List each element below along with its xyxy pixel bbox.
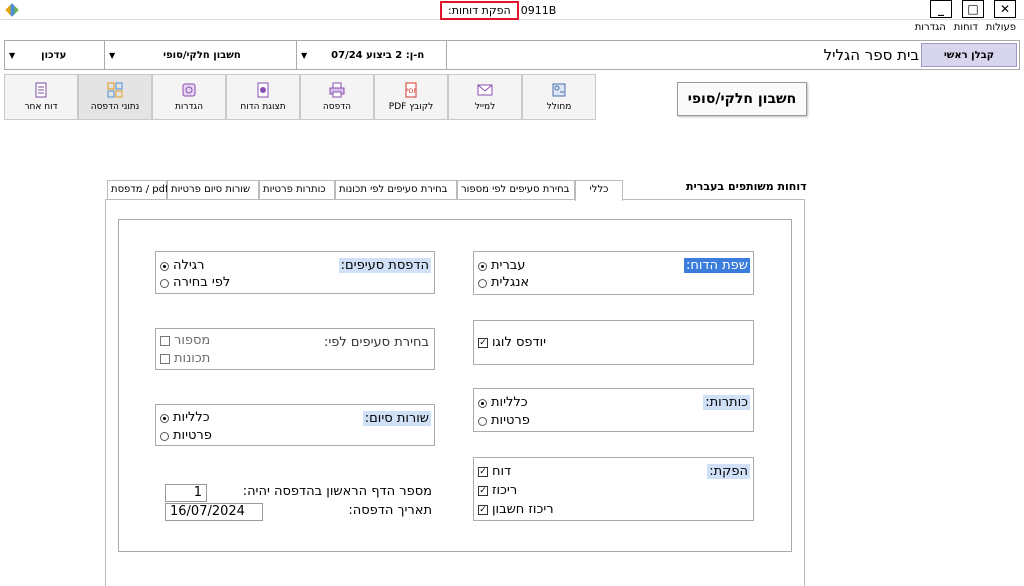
radio-empty-icon[interactable] — [160, 431, 169, 441]
window-title-highlight: :הפקת דוחות — [440, 1, 519, 20]
tab-select-by-numbering[interactable]: בחירת סעיפים לפי מספור — [457, 180, 575, 200]
tab-strip: מדפסת / pdf שורות סיום פרטיות כותרות פרט… — [107, 180, 627, 201]
radio-selected-icon[interactable] — [160, 261, 169, 271]
checkbox-checked-icon[interactable]: ✓ — [478, 505, 488, 515]
menu-settings[interactable]: הגדרות — [915, 22, 946, 33]
other-report-button[interactable]: דוח אחר — [4, 74, 78, 120]
report-preview-button[interactable]: תצוגת הדוח — [226, 74, 300, 120]
chevron-down-icon: ▼ — [301, 50, 308, 60]
partial-final-account-button[interactable]: חשבון חלקי/סופי — [677, 82, 807, 116]
title-bar: :הפקת דוחות 0911B _ □ ✕ — [0, 0, 1024, 20]
window-title-code: 0911B — [520, 4, 557, 17]
close-button[interactable]: ✕ — [994, 0, 1016, 18]
radio-empty-icon[interactable] — [478, 278, 487, 288]
print-date-input[interactable]: 16/07/2024 — [165, 503, 263, 521]
logo-group: ✓ יודפס לוגו — [473, 320, 754, 365]
print-data-icon — [107, 82, 123, 98]
radio-selected-icon[interactable] — [160, 413, 169, 423]
footer-rows-private-option[interactable]: פרטיות — [160, 428, 212, 444]
account-type-dropdown[interactable]: ▼ חשבון חלקי/סופי — [105, 41, 297, 69]
pdf-icon: PDF — [405, 82, 417, 98]
headers-private-option[interactable]: פרטיות — [478, 413, 530, 429]
generator-icon — [552, 83, 566, 97]
export-pdf-button[interactable]: PDF PDF לקובץ — [374, 74, 448, 120]
print-fields-group: מספר הדף הראשון בהדפסה יהיה: 1 תאריך הדפ… — [163, 481, 436, 521]
output-account-summary-option[interactable]: ✓ ריכוז חשבון — [478, 502, 554, 518]
checkbox-empty-icon[interactable] — [160, 354, 170, 364]
report-language-legend: שפת הדוח: — [683, 258, 750, 273]
svg-text:PDF: PDF — [405, 88, 417, 95]
print-date-label: תאריך הדפסה: — [348, 503, 432, 518]
school-name: בית ספר הגליל — [823, 46, 919, 64]
menu-bar: פעולות דוחות הגדרות — [915, 22, 1016, 33]
other-report-icon — [35, 82, 47, 98]
contractor-button[interactable]: קבלן ראשי — [921, 43, 1017, 67]
checkbox-checked-icon[interactable]: ✓ — [478, 486, 488, 496]
tab-select-by-attributes[interactable]: בחירת סעיפים לפי תכונות — [335, 180, 457, 200]
chevron-down-icon: ▼ — [9, 50, 16, 60]
execution-dropdown[interactable]: ▼ ח-ן: 2 ביצוע 07/24 — [297, 41, 447, 69]
tab-printer-pdf[interactable]: מדפסת / pdf — [107, 180, 169, 200]
select-sections-by-legend: בחירת סעיפים לפי: — [324, 335, 429, 350]
tab-general[interactable]: כללי — [575, 180, 623, 201]
checkbox-checked-icon[interactable]: ✓ — [478, 338, 488, 348]
radio-empty-icon[interactable] — [478, 416, 487, 426]
output-summary-option[interactable]: ✓ ריכוז — [478, 483, 517, 499]
print-logo-option[interactable]: ✓ יודפס לוגו — [478, 335, 546, 351]
maximize-button[interactable]: □ — [962, 0, 984, 18]
footer-rows-legend: שורות סיום: — [362, 411, 431, 426]
report-language-group: שפת הדוח: עברית אנגלית — [473, 251, 754, 295]
preview-icon — [257, 82, 269, 98]
output-report-option[interactable]: ✓ דוח — [478, 464, 511, 480]
window-title: :הפקת דוחות 0911B — [440, 1, 556, 20]
headers-general-option[interactable]: כלליות — [478, 395, 528, 411]
print-button[interactable]: הדפסה — [300, 74, 374, 120]
select-by-attributes-option[interactable]: תכונות — [160, 351, 210, 367]
tab-private-headers[interactable]: כותרות פרטיות — [259, 180, 335, 200]
radio-selected-icon[interactable] — [478, 261, 487, 271]
footer-rows-group: שורות סיום: כלליות פרטיות — [155, 404, 435, 446]
update-dropdown[interactable]: ▼ עדכון — [5, 41, 105, 69]
settings-button[interactable]: הגדרות — [152, 74, 226, 120]
language-english-option[interactable]: אנגלית — [478, 275, 529, 291]
tab-private-footer-rows[interactable]: שורות סיום פרטיות — [167, 180, 259, 200]
info-bar: ▼ עדכון ▼ חשבון חלקי/סופי ▼ ח-ן: 2 ביצוע… — [4, 40, 1020, 70]
minimize-button[interactable]: _ — [930, 0, 952, 18]
checkbox-checked-icon[interactable]: ✓ — [478, 467, 488, 477]
app-icon — [5, 3, 19, 17]
section-title: דוחות משותפים בעברית — [686, 180, 807, 193]
chevron-down-icon: ▼ — [109, 50, 116, 60]
print-sections-by-selection-option[interactable]: לפי בחירה — [160, 275, 230, 291]
print-sections-regular-option[interactable]: רגילה — [160, 258, 204, 274]
print-sections-group: הדפסת סעיפים: רגילה לפי בחירה — [155, 251, 435, 294]
headers-group: כותרות: כלליות פרטיות — [473, 388, 754, 432]
mail-icon — [477, 84, 493, 96]
checkbox-empty-icon[interactable] — [160, 336, 170, 346]
settings-icon — [182, 83, 196, 97]
generator-button[interactable]: מחולל — [522, 74, 596, 120]
select-sections-by-group: בחירת סעיפים לפי: מספור תכונות — [155, 328, 435, 370]
footer-rows-general-option[interactable]: כלליות — [160, 410, 210, 426]
output-group: הפקת: ✓ דוח ✓ ריכוז ✓ ריכוז חשבון — [473, 457, 754, 521]
print-sections-legend: הדפסת סעיפים: — [338, 258, 431, 273]
menu-actions[interactable]: פעולות — [986, 22, 1016, 33]
select-by-numbering-option[interactable]: מספור — [160, 333, 210, 349]
radio-empty-icon[interactable] — [160, 278, 169, 288]
send-mail-button[interactable]: למייל — [448, 74, 522, 120]
first-page-label: מספר הדף הראשון בהדפסה יהיה: — [242, 484, 432, 499]
print-data-button[interactable]: נתוני הדפסה — [78, 74, 152, 120]
menu-reports[interactable]: דוחות — [954, 22, 978, 33]
radio-selected-icon[interactable] — [478, 398, 487, 408]
print-icon — [329, 82, 345, 98]
first-page-number-input[interactable]: 1 — [165, 484, 207, 502]
output-legend: הפקת: — [707, 464, 750, 479]
headers-legend: כותרות: — [703, 395, 750, 410]
language-hebrew-option[interactable]: עברית — [478, 258, 525, 274]
